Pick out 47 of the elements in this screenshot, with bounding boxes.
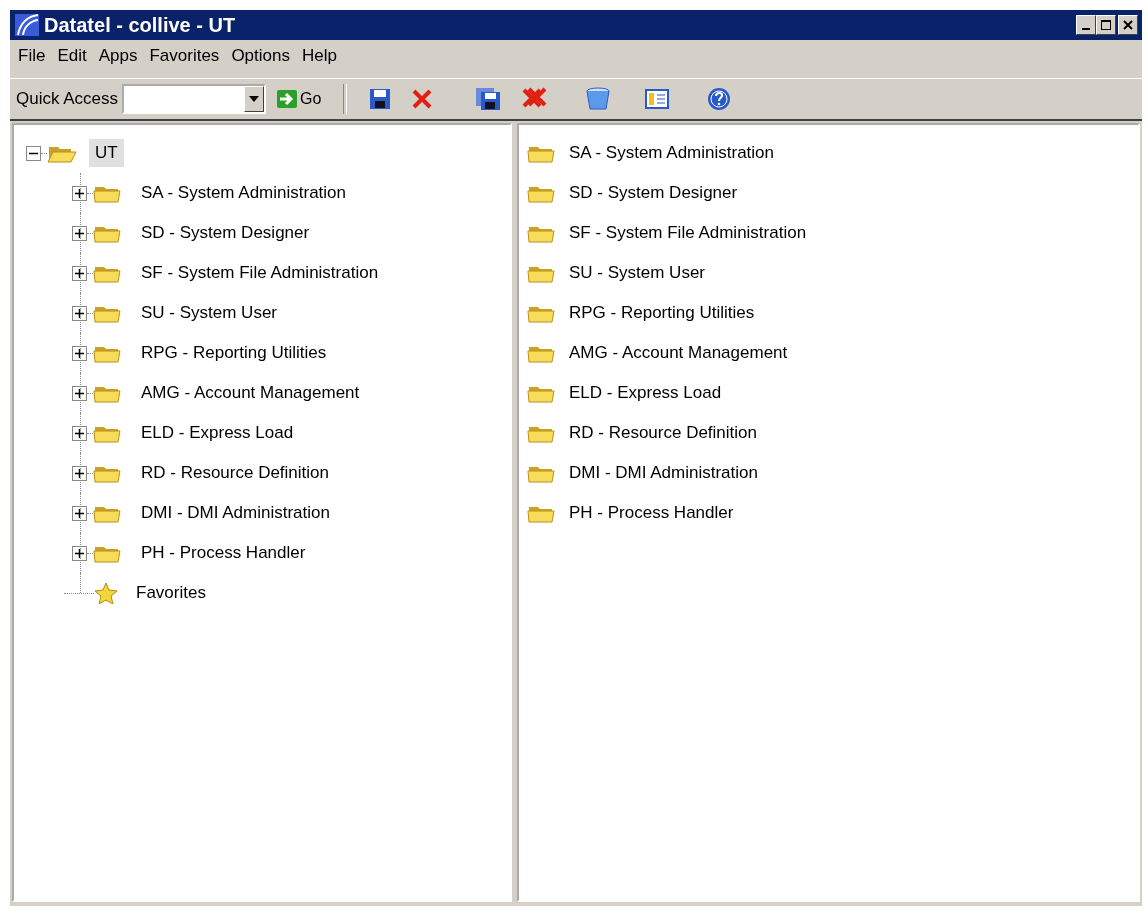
list-item[interactable]: PH - Process Handler [569, 503, 734, 523]
save-all-icon[interactable] [475, 87, 502, 111]
collapse-icon[interactable] [26, 145, 41, 161]
menu-item[interactable]: Help [295, 44, 343, 68]
menu-item[interactable]: Options [225, 44, 296, 68]
minimize-icon [1082, 28, 1090, 30]
maximize-button[interactable] [1096, 15, 1116, 35]
bucket-icon[interactable] [585, 86, 612, 112]
list-item[interactable]: SU - System User [569, 263, 706, 283]
menu-item[interactable]: File [12, 44, 52, 68]
list-item[interactable]: RPG - Reporting Utilities [569, 303, 755, 323]
tree-item[interactable]: SD - System Designer [135, 219, 316, 247]
tree-item[interactable]: SU - System User [135, 299, 284, 327]
help-icon[interactable] [707, 87, 732, 111]
tree-item[interactable]: UT [89, 139, 124, 167]
delete-icon[interactable] [411, 88, 434, 110]
tree-item[interactable]: SF - System File Administration [135, 259, 385, 287]
close-icon [1123, 20, 1133, 30]
list-item[interactable]: ELD - Express Load [569, 383, 722, 403]
maximize-icon [1100, 19, 1112, 31]
list-item[interactable]: RD - Resource Definition [569, 423, 757, 443]
tree-item[interactable]: SA - System Administration [135, 179, 353, 207]
window-title: Datatel - collive - UT [44, 13, 237, 37]
tree-item[interactable]: ELD - Express Load [135, 419, 300, 447]
panel-icon[interactable] [645, 88, 670, 110]
list-item[interactable]: AMG - Account Management [569, 343, 788, 363]
menu-item[interactable]: Apps [92, 44, 144, 68]
quick-access-label: Quick Access [16, 89, 119, 109]
menu-item[interactable]: Edit [51, 44, 93, 68]
menu-item[interactable]: Favorites [143, 44, 226, 68]
minimize-button[interactable] [1076, 15, 1096, 35]
tree-item[interactable]: RPG - Reporting Utilities [135, 339, 333, 367]
tree-item[interactable]: AMG - Account Management [135, 379, 366, 407]
list-item[interactable]: SD - System Designer [569, 183, 738, 203]
tree-item[interactable]: Favorites [130, 579, 212, 607]
list-item[interactable]: SF - System File Administration [569, 223, 807, 243]
star-icon [94, 582, 118, 604]
save-icon[interactable] [369, 88, 392, 110]
tree-item[interactable]: RD - Resource Definition [135, 459, 335, 487]
list-item[interactable]: DMI - DMI Administration [569, 463, 758, 483]
tree-item[interactable]: DMI - DMI Administration [135, 499, 336, 527]
caret-icon [249, 96, 260, 102]
go-button[interactable]: Go [276, 89, 322, 109]
app-logo-icon [14, 13, 40, 37]
close-button[interactable] [1118, 15, 1138, 35]
tree-item[interactable]: PH - Process Handler [135, 539, 312, 567]
list-item[interactable]: SA - System Administration [569, 143, 775, 163]
